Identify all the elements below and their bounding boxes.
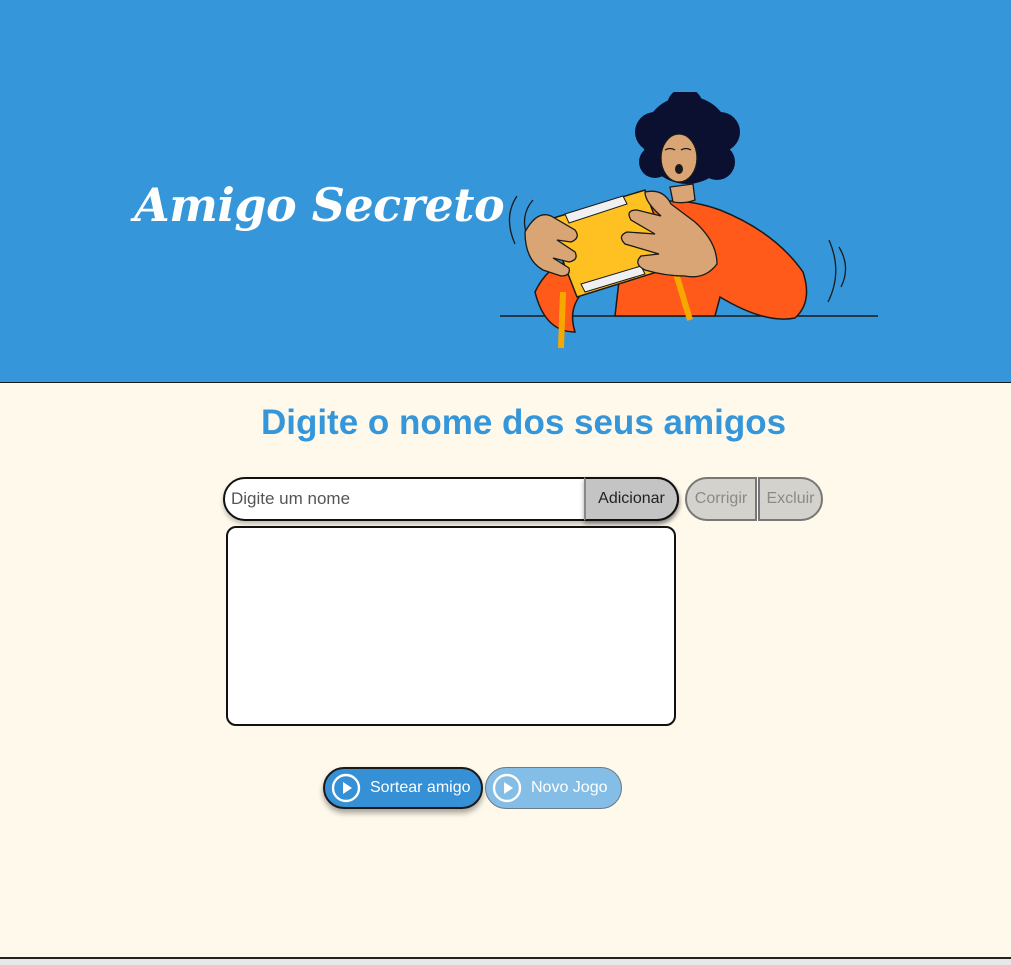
delete-button[interactable]: Excluir — [758, 477, 823, 521]
draw-friend-button[interactable]: Sortear amigo — [323, 767, 483, 809]
play-circle-icon — [492, 773, 522, 803]
fix-button[interactable]: Corrigir — [685, 477, 757, 521]
add-button[interactable]: Adicionar — [584, 477, 679, 521]
page-title: Amigo Secreto — [134, 178, 505, 232]
person-gift-box-illustration — [500, 92, 878, 349]
new-game-button[interactable]: Novo Jogo — [485, 767, 622, 809]
draw-friend-label: Sortear amigo — [370, 779, 471, 796]
play-circle-icon — [331, 773, 361, 803]
header-banner: Amigo Secreto — [0, 0, 1011, 383]
new-game-label: Novo Jogo — [531, 779, 608, 796]
friends-list — [226, 526, 676, 726]
window-bottom-edge — [0, 957, 1011, 965]
section-heading: Digite o nome dos seus amigos — [260, 403, 787, 442]
